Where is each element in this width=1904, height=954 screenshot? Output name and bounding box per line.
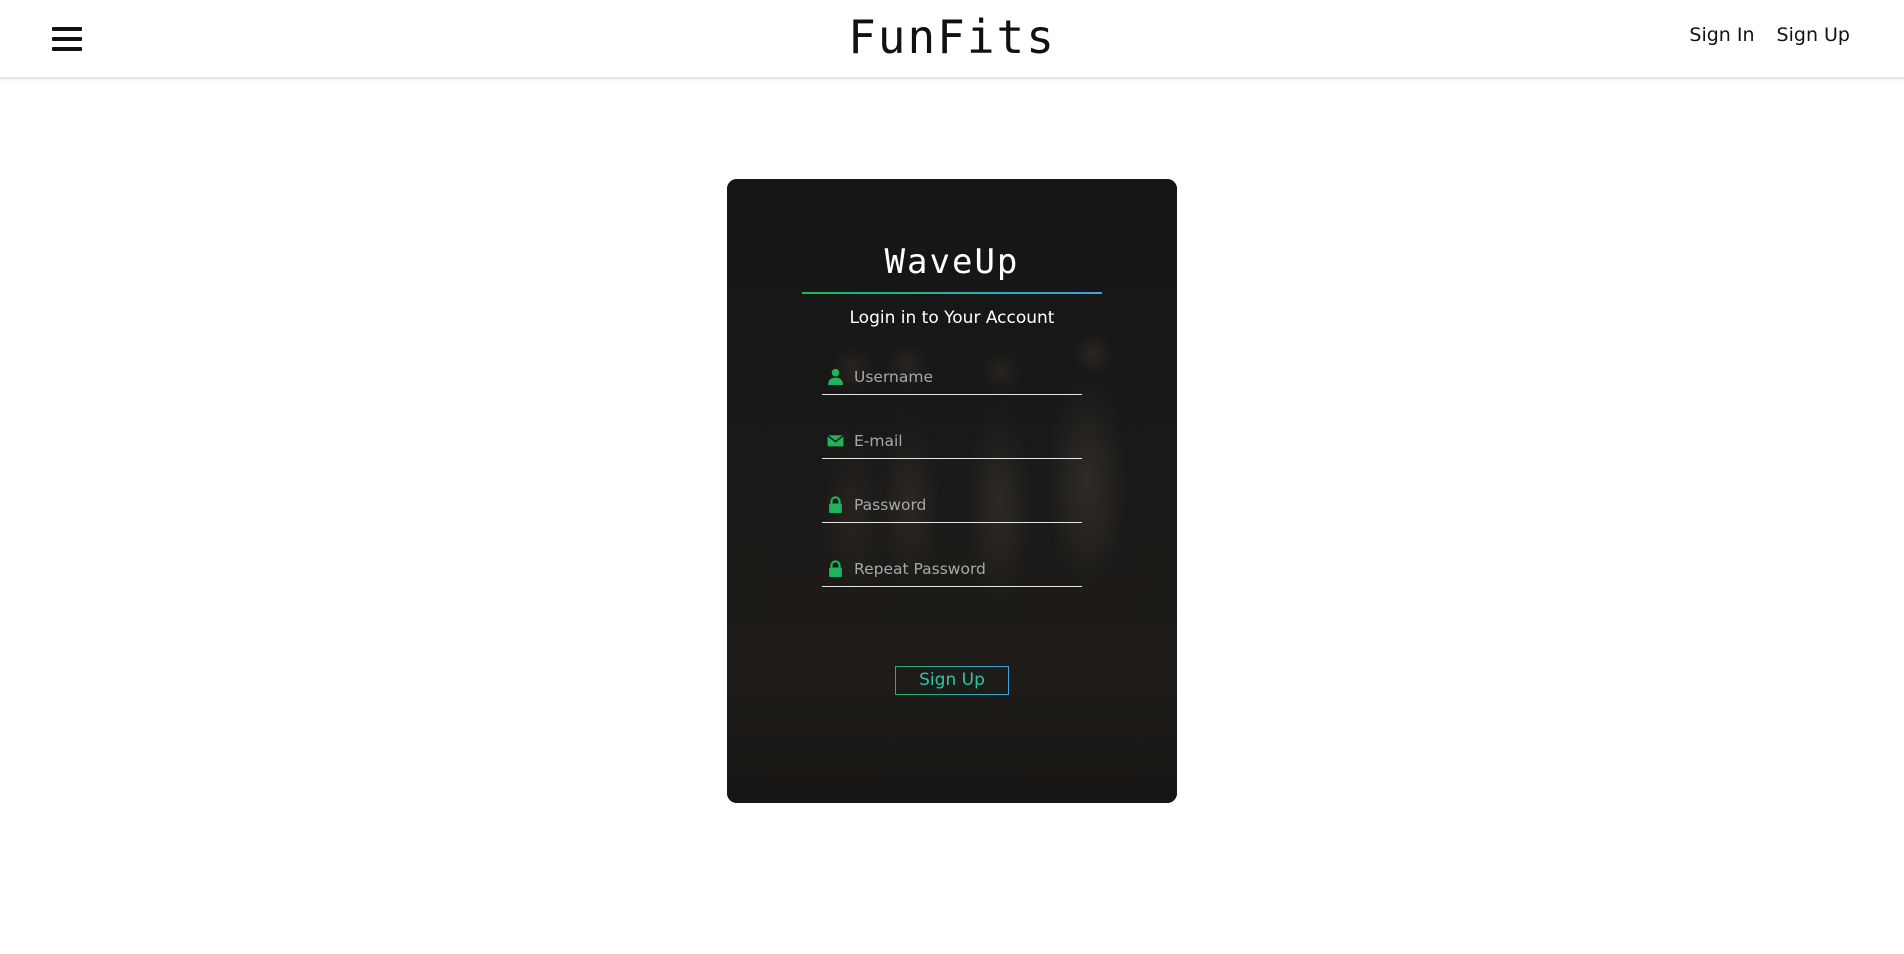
username-field bbox=[822, 361, 1082, 395]
top-navbar: FunFits Sign In Sign Up bbox=[0, 0, 1904, 79]
sign-in-link[interactable]: Sign In bbox=[1689, 24, 1754, 46]
card-content: WaveUp Login in to Your Account Username… bbox=[727, 179, 1177, 803]
password-field bbox=[822, 489, 1082, 523]
username-input[interactable] bbox=[854, 365, 1076, 389]
sign-up-link[interactable]: Sign Up bbox=[1777, 24, 1850, 46]
user-icon bbox=[828, 368, 843, 385]
email-field bbox=[822, 425, 1082, 459]
sign-up-button[interactable]: Sign Up bbox=[895, 666, 1009, 695]
hamburger-menu-icon[interactable] bbox=[52, 26, 82, 52]
lock-icon bbox=[829, 496, 842, 513]
header-nav: Sign In Sign Up bbox=[1689, 24, 1850, 46]
hamburger-bar bbox=[52, 37, 82, 41]
repeat-password-field bbox=[822, 553, 1082, 587]
repeat-password-input[interactable] bbox=[854, 557, 1076, 581]
brand-logo-container: FunFits bbox=[0, 9, 1904, 65]
card-subtitle: Login in to Your Account bbox=[849, 308, 1055, 328]
lock-icon bbox=[829, 560, 842, 577]
password-input[interactable] bbox=[854, 493, 1076, 517]
title-underline bbox=[802, 292, 1102, 294]
hamburger-bar bbox=[52, 27, 82, 31]
card-title: WaveUp bbox=[884, 242, 1020, 282]
brand-logo[interactable]: FunFits bbox=[848, 10, 1056, 64]
envelope-icon bbox=[827, 435, 844, 447]
email-input[interactable] bbox=[854, 429, 1076, 453]
hamburger-bar bbox=[52, 47, 82, 51]
signup-card: WaveUp Login in to Your Account Username… bbox=[727, 179, 1177, 803]
